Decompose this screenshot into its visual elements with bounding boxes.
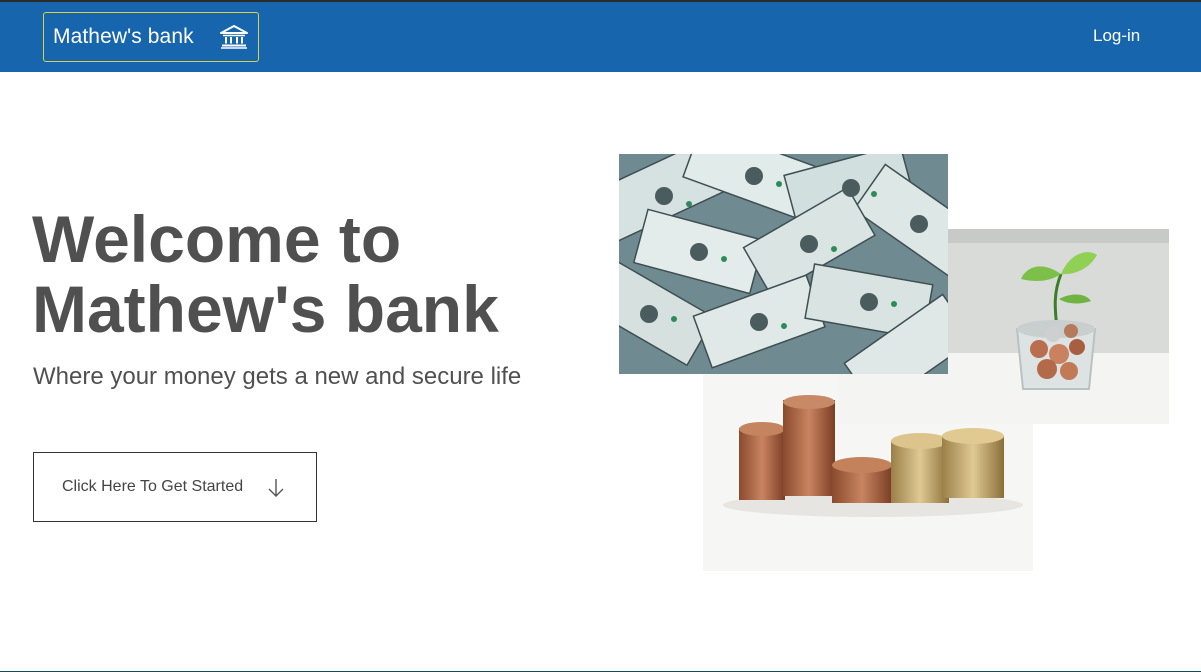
banknotes-image [619,154,948,374]
brand-name: Mathew's bank [53,25,194,48]
hero-title: Welcome to Mathew's bank [32,204,592,344]
get-started-button[interactable]: Click Here To Get Started [33,452,317,522]
hero-subtitle: Where your money gets a new and secure l… [33,363,522,390]
hero-title-line-1: Welcome to [32,202,402,276]
navbar: Mathew's bank Log-in [0,2,1201,72]
login-link[interactable]: Log-in [1093,26,1140,46]
bank-icon [220,25,248,49]
arrow-down-icon [266,477,286,499]
hero-title-line-2: Mathew's bank [32,272,499,346]
get-started-label: Click Here To Get Started [62,478,244,495]
brand-link[interactable]: Mathew's bank [43,12,259,62]
